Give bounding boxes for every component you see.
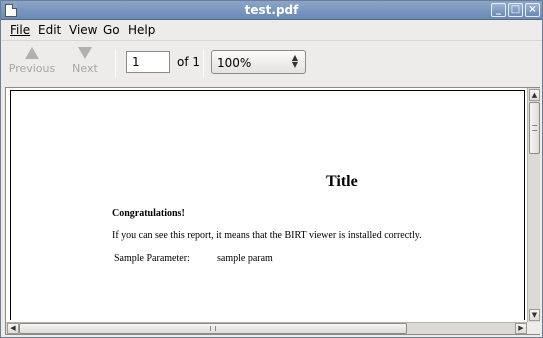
report-message: If you can see this report, it means tha… (112, 230, 422, 241)
next-label: Next (72, 62, 98, 75)
horizontal-scroll-thumb[interactable] (19, 323, 407, 334)
scrollbar-corner (527, 322, 540, 334)
previous-page-button[interactable]: Previous (7, 45, 57, 81)
scroll-left-arrow-icon[interactable]: ◀ (7, 323, 19, 334)
up-down-chevron-icon: ▲ ▼ (291, 53, 299, 69)
page-count-label: of 1 (177, 55, 201, 69)
horizontal-scrollbar[interactable]: ◀ ▶ (6, 322, 527, 334)
menu-help[interactable]: Help (128, 23, 155, 37)
grip-icon (532, 125, 537, 131)
scroll-down-arrow-icon[interactable]: ▼ (529, 309, 540, 321)
pdf-viewer-window: test.pdf _ □ × File Edit View Go Help Pr… (0, 0, 543, 338)
title-bar[interactable]: test.pdf _ □ × (1, 1, 542, 20)
grip-icon (210, 326, 216, 331)
menu-view[interactable]: View (69, 23, 97, 37)
zoom-value: 100% (217, 56, 252, 70)
menu-bar: File Edit View Go Help (1, 20, 542, 40)
pdf-page: Title Congratulations! If you can see th… (10, 90, 525, 320)
next-page-button[interactable]: Next (60, 45, 110, 81)
down-triangle-icon (78, 47, 92, 59)
page-number-input[interactable] (126, 51, 170, 73)
menu-go[interactable]: Go (103, 23, 120, 37)
sample-parameter-value: sample param (217, 253, 273, 264)
maximize-button[interactable]: □ (508, 3, 523, 17)
menu-edit[interactable]: Edit (38, 23, 61, 37)
up-triangle-icon (25, 47, 39, 59)
congratulations-heading: Congratulations! (112, 208, 185, 219)
toolbar-separator (115, 49, 116, 77)
window-title: test.pdf (244, 3, 299, 17)
menu-go-label: Go (103, 23, 120, 37)
menu-help-label: Help (128, 23, 156, 37)
scroll-right-arrow-icon[interactable]: ▶ (515, 323, 527, 334)
close-button[interactable]: × (525, 3, 540, 17)
vertical-scroll-thumb[interactable] (529, 102, 540, 154)
toolbar: Previous Next of 1 100% ▲▼ (1, 40, 542, 86)
report-title: Title (326, 173, 358, 190)
previous-label: Previous (8, 62, 56, 75)
vertical-scrollbar[interactable]: ▲ ▼ (527, 88, 540, 322)
menu-file-label: File (10, 23, 31, 37)
toolbar-separator (203, 49, 204, 77)
zoom-select[interactable]: 100% ▲ ▼ (211, 50, 306, 74)
minimize-button[interactable]: _ (491, 3, 506, 17)
menu-file[interactable]: File (10, 23, 30, 37)
sample-parameter-label: Sample Parameter: (114, 253, 190, 264)
document-view[interactable]: Title Congratulations! If you can see th… (5, 87, 540, 335)
menu-edit-label: Edit (38, 23, 62, 37)
scroll-up-arrow-icon[interactable]: ▲ (529, 89, 540, 101)
menu-view-label: View (69, 23, 98, 37)
